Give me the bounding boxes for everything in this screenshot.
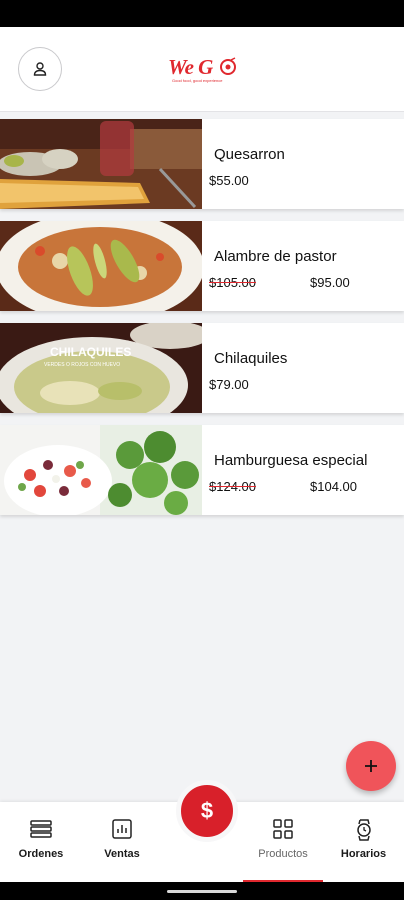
nav-item-ventas[interactable]: Ventas <box>82 802 162 882</box>
dollar-icon: $ <box>200 798 214 823</box>
product-price: $104.00 <box>310 479 357 494</box>
add-product-button[interactable] <box>346 741 396 791</box>
sales-button[interactable]: $ <box>176 780 238 842</box>
product-card[interactable]: Quesarron $55.00 <box>0 119 404 209</box>
nav-item-productos[interactable]: Productos <box>243 802 323 882</box>
home-indicator[interactable] <box>167 890 237 893</box>
product-card[interactable]: Alambre de pastor $105.00 $95.00 <box>0 221 404 311</box>
product-name: Quesarron <box>214 146 285 163</box>
product-image <box>0 425 202 515</box>
image-subcaption: VERDES O ROJOS CON HUEVO <box>44 362 121 368</box>
product-name: Alambre de pastor <box>214 248 337 265</box>
product-price: $95.00 <box>310 275 350 290</box>
nav-item-horarios[interactable]: Horarios <box>323 802 404 882</box>
logo-tagline: Good food, good experience <box>172 78 223 83</box>
nav-label-ventas: Ventas <box>104 848 140 860</box>
product-name: Chilaquiles <box>214 350 288 367</box>
image-caption: CHILAQUILES <box>50 345 132 359</box>
product-card[interactable]: Hamburguesa especial $124.00 $104.00 <box>0 425 404 515</box>
grid-icon <box>273 819 293 839</box>
product-old-price: $124.00 <box>209 479 256 494</box>
product-old-price: $105.00 <box>209 275 256 290</box>
nav-label-ordenes: Ordenes <box>18 848 64 860</box>
chart-icon <box>112 819 132 839</box>
product-price: $79.00 <box>209 377 249 392</box>
profile-button[interactable] <box>18 47 62 91</box>
watch-icon <box>356 819 371 841</box>
status-bar <box>0 0 404 27</box>
product-image <box>0 119 202 209</box>
app-logo: We G Good food, good experience <box>166 55 242 85</box>
nav-label-horarios: Horarios <box>340 848 387 860</box>
product-list: Quesarron $55.00 Alambre de pastor $105.… <box>0 119 404 527</box>
list-icon <box>30 820 52 838</box>
nav-label-productos: Productos <box>258 848 308 860</box>
logo-text: We G <box>168 55 213 79</box>
product-image: CHILAQUILES VERDES O ROJOS CON HUEVO <box>0 323 202 413</box>
user-icon <box>33 62 47 76</box>
product-price: $55.00 <box>209 173 249 188</box>
product-image <box>0 221 202 311</box>
plus-icon <box>365 760 377 772</box>
product-name: Hamburguesa especial <box>214 452 368 469</box>
app-header: We G Good food, good experience <box>0 27 404 112</box>
location-pin-icon <box>220 57 236 75</box>
nav-item-ordenes[interactable]: Ordenes <box>0 802 82 882</box>
product-card[interactable]: CHILAQUILES VERDES O ROJOS CON HUEVO Chi… <box>0 323 404 413</box>
